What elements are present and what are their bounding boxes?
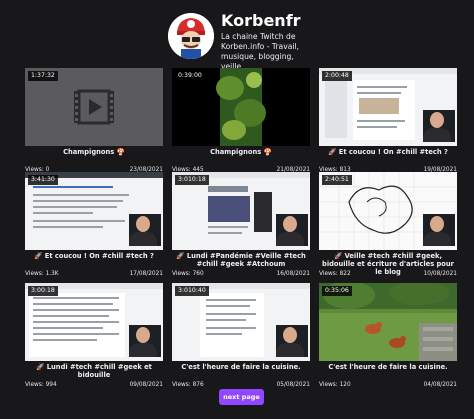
video-title[interactable]: Champignons 🍄 <box>172 148 310 156</box>
video-card[interactable]: 0:35:06 C'est l'heure de faire la cuisin… <box>319 283 457 391</box>
video-views: Views: 822 <box>319 271 351 277</box>
video-card[interactable]: 3:010:18 🚀 Lundi #Pandémie #Veille #tech… <box>172 172 310 280</box>
streamer-webcam <box>129 214 161 246</box>
video-date: 05/08/2021 <box>276 382 310 388</box>
video-views: Views: 1.3K <box>25 271 59 277</box>
video-date: 17/08/2021 <box>129 271 163 277</box>
video-duration: 3:010:40 <box>175 286 209 296</box>
video-title[interactable]: 🚀 Lundi #Pandémie #Veille #tech #chill #… <box>172 252 310 268</box>
video-duration: 0:39:00 <box>175 71 205 81</box>
video-duration: 3:41:30 <box>28 175 58 185</box>
channel-name: Korbenfr <box>221 11 301 30</box>
video-title[interactable]: C'est l'heure de faire la cuisine. <box>319 363 457 371</box>
streamer-webcam <box>276 325 308 357</box>
video-duration: 3:010:18 <box>175 175 209 185</box>
streamer-webcam <box>423 214 455 246</box>
video-thumbnail[interactable]: 3:010:18 <box>172 172 310 250</box>
video-thumbnail[interactable]: 0:35:06 <box>319 283 457 361</box>
video-views: Views: 760 <box>172 271 204 277</box>
video-views: Views: 120 <box>319 382 351 388</box>
video-duration: 1:37:32 <box>28 71 58 81</box>
video-card[interactable]: 3:00:18 🚀 Lundi #tech #chill #geek et bi… <box>25 283 163 391</box>
video-card[interactable]: 2:40:51 🚀 Veille #tech #chill #geek, bid… <box>319 172 457 280</box>
video-thumbnail[interactable]: 0:39:00 <box>172 68 310 146</box>
video-date: 09/08/2021 <box>129 382 163 388</box>
video-date: 10/08/2021 <box>423 271 457 277</box>
video-thumbnail[interactable]: 3:010:40 <box>172 283 310 361</box>
video-thumbnail[interactable]: 3:41:30 <box>25 172 163 250</box>
video-card[interactable]: 3:010:40 C'est l'heure de faire la cuisi… <box>172 283 310 391</box>
channel-header: Korbenfr La chaine Twitch de Korben.info… <box>165 11 425 71</box>
video-card[interactable]: 2:00:48 🚀 Et coucou ! On #chill #tech ? … <box>319 68 457 176</box>
video-duration: 2:40:51 <box>322 175 352 185</box>
video-thumbnail[interactable]: 2:00:48 <box>319 68 457 146</box>
streamer-webcam <box>129 325 161 357</box>
channel-description: La chaine Twitch de Korben.info - Travai… <box>221 32 299 71</box>
video-card[interactable]: 1:37:32 Champignons 🍄 Views: 0 23/08/202… <box>25 68 163 176</box>
video-card[interactable]: 3:41:30 🚀 Et coucou ! On #chill #tech ? … <box>25 172 163 280</box>
video-title[interactable]: 🚀 Lundi #tech #chill #geek et bidouille <box>25 363 163 379</box>
video-card[interactable]: 0:39:00 Champignons 🍄 Views: 445 21/08/2… <box>172 68 310 176</box>
video-duration: 2:00:48 <box>322 71 352 81</box>
next-page-button[interactable]: next page <box>219 389 264 405</box>
video-thumbnail[interactable]: 3:00:18 <box>25 283 163 361</box>
video-title[interactable]: C'est l'heure de faire la cuisine. <box>172 363 310 371</box>
video-title[interactable]: 🚀 Et coucou ! On #chill #tech ? <box>25 252 163 260</box>
video-title[interactable]: 🚀 Et coucou ! On #chill #tech ? <box>319 148 457 156</box>
streamer-webcam <box>423 110 455 142</box>
video-title[interactable]: Champignons 🍄 <box>25 148 163 156</box>
video-thumbnail[interactable]: 2:40:51 <box>319 172 457 250</box>
video-views: Views: 994 <box>25 382 57 388</box>
video-thumbnail[interactable]: 1:37:32 <box>25 68 163 146</box>
streamer-webcam <box>276 214 308 246</box>
video-date: 16/08/2021 <box>276 271 310 277</box>
video-grid: 1:37:32 Champignons 🍄 Views: 0 23/08/202… <box>25 68 457 388</box>
video-views: Views: 876 <box>172 382 204 388</box>
video-duration: 3:00:18 <box>28 286 58 296</box>
video-date: 04/08/2021 <box>423 382 457 388</box>
video-duration: 0:35:06 <box>322 286 352 296</box>
channel-avatar[interactable] <box>168 13 214 59</box>
